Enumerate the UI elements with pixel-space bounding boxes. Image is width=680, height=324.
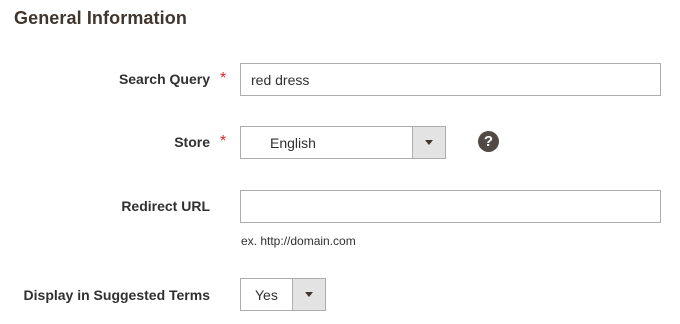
redirect-url-label: Redirect URL <box>121 198 210 214</box>
display-in-suggested-terms-label: Display in Suggested Terms <box>23 287 210 303</box>
chevron-down-icon <box>425 140 433 145</box>
store-select-value: English <box>270 134 316 151</box>
section-title: General Information <box>14 8 187 28</box>
display-in-suggested-terms-toggle[interactable] <box>292 279 325 310</box>
search-query-input[interactable] <box>240 63 661 96</box>
store-label: Store <box>174 134 210 150</box>
display-in-suggested-terms-select[interactable]: Yes <box>240 278 326 311</box>
redirect-url-input[interactable] <box>240 190 661 223</box>
redirect-url-note: ex. http://domain.com <box>241 234 356 248</box>
display-in-suggested-terms-value: Yes <box>255 286 278 303</box>
question-circle-icon[interactable]: ? <box>478 131 499 152</box>
search-query-label: Search Query <box>118 71 210 87</box>
store-required-mark: * <box>220 133 227 150</box>
store-select-toggle[interactable] <box>412 127 445 158</box>
search-query-required-mark: * <box>220 70 227 87</box>
store-select[interactable]: English <box>240 126 446 159</box>
chevron-down-icon <box>305 292 313 297</box>
